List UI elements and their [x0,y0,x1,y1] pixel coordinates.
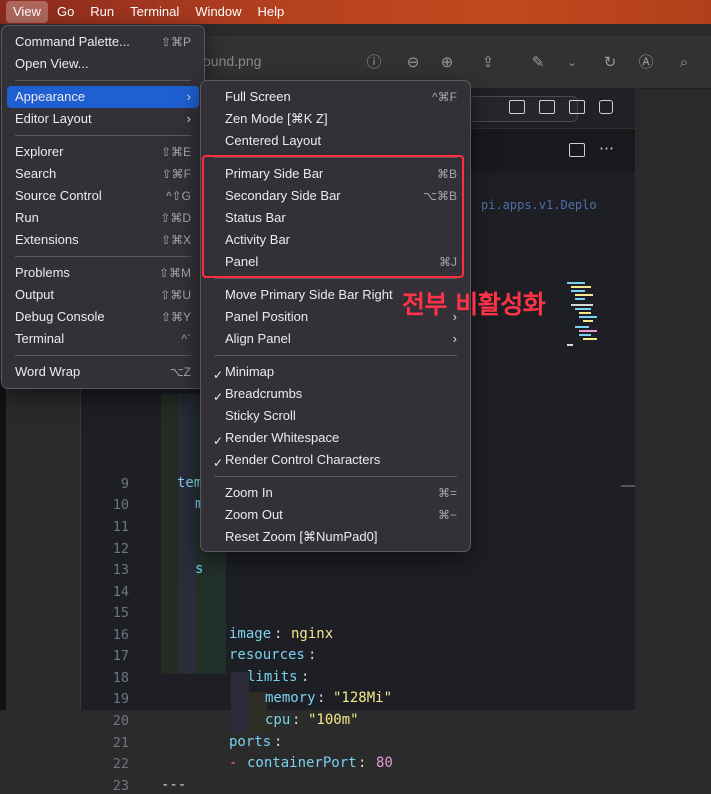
info-icon[interactable]: ⓘ [364,53,384,73]
menu-item-breadcrumbs[interactable]: ✓ Breadcrumbs [206,383,465,405]
markup-icon[interactable]: ✎ [528,53,548,73]
annotation-text: 전부 비활성화 [402,290,546,319]
line-number: 13 [112,562,129,578]
line-number: 14 [112,584,129,600]
code-key: resources [229,647,305,663]
left-panel-strip [0,380,6,710]
chevron-down-icon[interactable]: ⌄ [562,53,582,73]
annotation-highlight-box [202,155,464,278]
menu-item-zen-mode[interactable]: Zen Mode [⌘K Z] [206,108,465,130]
menubar-view[interactable]: View [6,1,48,23]
scrollbar-marker[interactable] [621,485,635,487]
menu-item-reset-zoom[interactable]: Reset Zoom [⌘NumPad0] [206,526,465,548]
minimap[interactable] [567,282,597,352]
line-number: 10 [112,497,129,513]
toggle-panel-icon[interactable] [539,100,555,114]
menubar: View Go Run Terminal Window Help [0,0,711,24]
menu-item-zoom-in[interactable]: Zoom In ⌘= [206,482,465,504]
menu-item-output[interactable]: Output ⇧⌘U [7,284,199,306]
zoom-out-icon[interactable]: ⊖ [403,53,423,73]
toggle-primary-sidebar-icon[interactable] [509,100,525,114]
menu-item-minimap[interactable]: ✓ Minimap [206,361,465,383]
menu-item-editor-layout[interactable]: Editor Layout › [7,108,199,130]
code-value: "128Mi" [333,690,393,706]
menu-item-word-wrap[interactable]: Word Wrap ⌥Z [7,361,199,383]
menu-item-search[interactable]: Search ⇧⌘F [7,163,199,185]
code-key: cpu [265,712,291,728]
line-number: 15 [112,605,129,621]
menu-item-centered-layout[interactable]: Centered Layout [206,130,465,152]
menu-item-source-control[interactable]: Source Control ^⇧G [7,185,199,207]
customize-layout-icon[interactable] [599,100,613,114]
menu-item-render-whitespace[interactable]: ✓ Render Whitespace [206,427,465,449]
line-number: 19 [112,691,129,707]
menu-item-command-palette[interactable]: Command Palette... ⇧⌘P [7,31,199,53]
menubar-terminal[interactable]: Terminal [123,1,186,23]
menubar-run[interactable]: Run [83,1,121,23]
menu-item-run[interactable]: Run ⇧⌘D [7,207,199,229]
menu-item-open-view[interactable]: Open View... [7,53,199,75]
menubar-help[interactable]: Help [251,1,292,23]
line-number: 23 [112,778,129,794]
code-key: limits [247,669,298,685]
menu-item-explorer[interactable]: Explorer ⇧⌘E [7,141,199,163]
line-number: 12 [112,541,129,557]
chevron-right-icon: › [186,89,191,104]
code-key: ports [229,734,272,750]
chevron-right-icon: › [186,111,191,126]
menu-item-problems[interactable]: Problems ⇧⌘M [7,262,199,284]
line-number: 22 [112,756,129,772]
code-line: s [195,561,204,577]
line-number: 11 [112,519,129,535]
line-number: 9 [120,476,129,492]
zoom-in-icon[interactable]: ⊕ [437,53,457,73]
line-number: 18 [112,670,129,686]
line-number: 21 [112,735,129,751]
search-icon[interactable]: ⌕ [674,53,694,73]
toggle-secondary-sidebar-icon[interactable] [569,100,585,114]
breadcrumb[interactable]: pi.apps.v1.Deplo [481,198,597,212]
menu-item-align-panel[interactable]: Align Panel › [206,328,465,350]
rotate-icon[interactable]: ↻ [600,53,620,73]
line-number: 17 [112,648,129,664]
menu-item-render-control-characters[interactable]: ✓ Render Control Characters [206,449,465,471]
code-line: tem [177,475,203,491]
annotate-icon[interactable]: Ⓐ [636,53,656,73]
chevron-right-icon: › [452,331,457,346]
checkmark-icon: ✓ [213,456,224,470]
code-value: 80 [376,755,393,771]
image-viewer-title: ound.png [203,53,262,69]
code-line: --- [161,777,187,793]
menu-item-appearance[interactable]: Appearance › [7,86,199,108]
code-value: "100m" [308,712,359,728]
menu-item-extensions[interactable]: Extensions ⇧⌘X [7,229,199,251]
menubar-go[interactable]: Go [50,1,81,23]
split-editor-icon[interactable] [569,143,585,157]
code-dash: - [229,755,238,771]
share-icon[interactable]: ⇪ [478,53,498,73]
line-number: 20 [112,713,129,729]
code-key: image [229,626,272,642]
menu-item-zoom-out[interactable]: Zoom Out ⌘− [206,504,465,526]
code-key: memory [265,690,316,706]
code-value: nginx [291,626,334,642]
menu-item-debug-console[interactable]: Debug Console ⇧⌘Y [7,306,199,328]
menu-item-sticky-scroll[interactable]: Sticky Scroll [206,405,465,427]
more-actions-icon[interactable]: ⋯ [599,139,614,157]
menu-item-terminal[interactable]: Terminal ^` [7,328,199,350]
menubar-window[interactable]: Window [188,1,248,23]
code-key: containerPort [247,755,357,771]
view-menu: Command Palette... ⇧⌘P Open View... Appea… [1,25,205,389]
menu-item-full-screen[interactable]: Full Screen ^⌘F [206,86,465,108]
line-number: 16 [112,627,129,643]
